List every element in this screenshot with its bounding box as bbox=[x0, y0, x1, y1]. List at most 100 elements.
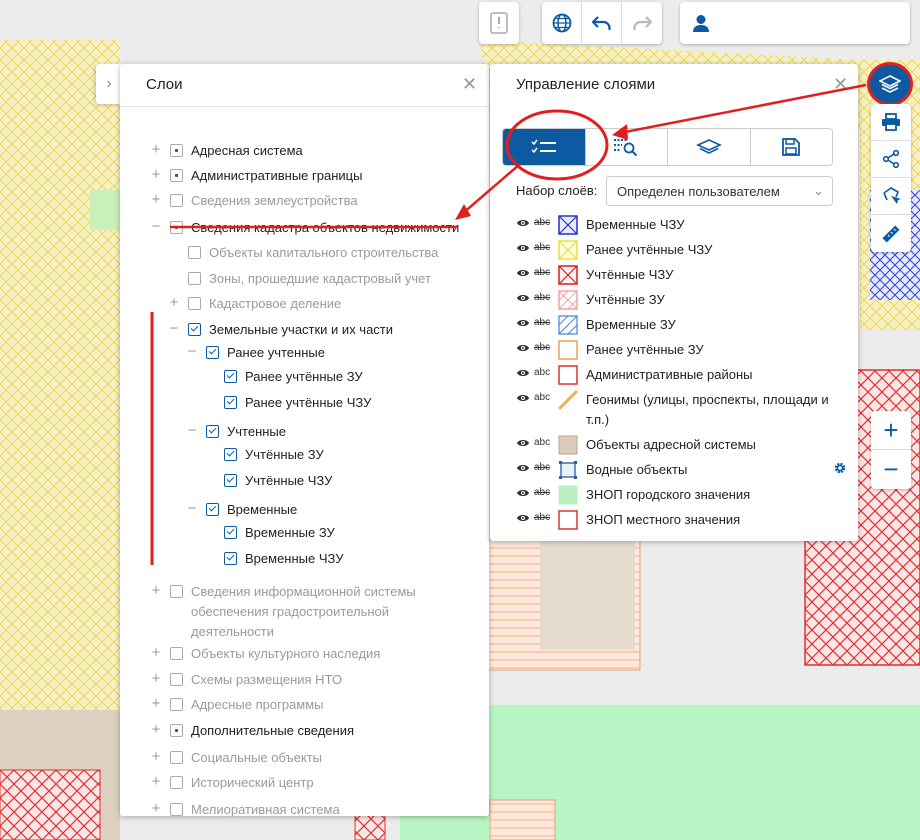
label-toggle[interactable]: abc bbox=[534, 487, 552, 498]
legend-item[interactable]: abc Водные объекты bbox=[516, 460, 687, 480]
label-toggle[interactable]: abc bbox=[534, 512, 552, 523]
layer-tree-item[interactable]: Учтённые ЗУ bbox=[224, 444, 324, 464]
eye-icon[interactable] bbox=[516, 316, 530, 330]
collapse-icon[interactable]: − bbox=[150, 217, 162, 237]
layer-tree-item[interactable]: Кадастровое деление bbox=[188, 293, 341, 313]
layer-checkbox[interactable] bbox=[188, 245, 201, 259]
layer-tree-item[interactable]: Временные ЗУ bbox=[224, 522, 335, 542]
layer-tree-item[interactable]: Объекты культурного наследия bbox=[170, 643, 380, 663]
eye-icon[interactable] bbox=[516, 216, 530, 230]
globe-button[interactable] bbox=[542, 2, 582, 44]
label-toggle[interactable]: abc bbox=[534, 342, 552, 353]
eye-icon[interactable] bbox=[516, 461, 530, 475]
layer-checkbox[interactable] bbox=[170, 584, 183, 598]
tab-layer-search[interactable] bbox=[586, 129, 668, 165]
eye-icon[interactable] bbox=[516, 486, 530, 500]
layer-checkbox[interactable] bbox=[170, 646, 183, 660]
collapse-icon[interactable]: − bbox=[186, 499, 198, 519]
layer-checkbox[interactable] bbox=[224, 369, 237, 383]
eye-icon[interactable] bbox=[516, 366, 530, 380]
print-button[interactable] bbox=[871, 104, 911, 141]
layer-tree-item[interactable]: Временные ЧЗУ bbox=[224, 548, 343, 568]
eye-icon[interactable] bbox=[516, 266, 530, 280]
layer-checkbox[interactable] bbox=[206, 345, 219, 359]
expand-icon[interactable]: + bbox=[150, 799, 162, 819]
layer-checkbox[interactable] bbox=[170, 697, 183, 711]
expand-icon[interactable]: + bbox=[150, 165, 162, 185]
label-toggle[interactable]: abc bbox=[534, 292, 552, 303]
share-button[interactable] bbox=[871, 141, 911, 178]
layer-tree-item[interactable]: Адресные программы bbox=[170, 694, 324, 714]
layer-checkbox[interactable] bbox=[170, 193, 183, 207]
label-toggle[interactable]: abc bbox=[534, 462, 552, 473]
expand-icon[interactable]: + bbox=[168, 293, 180, 313]
layer-checkbox[interactable] bbox=[224, 525, 237, 539]
legend-item[interactable]: abc Ранее учтённые ЧЗУ bbox=[516, 240, 712, 260]
layer-checkbox[interactable] bbox=[170, 143, 183, 157]
layer-checkbox[interactable] bbox=[170, 220, 183, 234]
select-area-button[interactable] bbox=[871, 178, 911, 215]
label-toggle[interactable]: abc bbox=[534, 267, 552, 278]
layer-tree-item[interactable]: Исторический центр bbox=[170, 772, 314, 792]
layer-tree-item[interactable]: Сведения информационной системы bbox=[170, 581, 416, 601]
legend-item[interactable]: abc Учтённые ЧЗУ bbox=[516, 265, 673, 285]
collapse-icon[interactable]: − bbox=[186, 421, 198, 441]
ruler-button[interactable] bbox=[871, 215, 911, 252]
collapse-panel-tab[interactable]: › bbox=[96, 64, 122, 104]
layer-checkbox[interactable] bbox=[170, 750, 183, 764]
layer-tree-item[interactable]: Учтенные bbox=[206, 421, 286, 441]
expand-icon[interactable]: + bbox=[150, 720, 162, 740]
layer-checkbox[interactable] bbox=[170, 723, 183, 737]
undo-button[interactable] bbox=[582, 2, 622, 44]
layer-checkbox[interactable] bbox=[224, 395, 237, 409]
layer-checkbox[interactable] bbox=[224, 473, 237, 487]
layer-checkbox[interactable] bbox=[188, 271, 201, 285]
zoom-out-button[interactable]: − bbox=[871, 450, 911, 489]
legend-item[interactable]: abc ЗНОП городского значения bbox=[516, 485, 750, 505]
eye-icon[interactable] bbox=[516, 341, 530, 355]
expand-icon[interactable]: + bbox=[150, 772, 162, 792]
legend-item[interactable]: abc Учтённые ЗУ bbox=[516, 290, 665, 310]
eye-icon[interactable] bbox=[516, 511, 530, 525]
expand-icon[interactable]: + bbox=[150, 747, 162, 767]
layer-tree-item[interactable]: Объекты капитального строительства bbox=[188, 242, 438, 262]
tab-layer-list[interactable] bbox=[503, 129, 586, 165]
tab-save-preset[interactable] bbox=[751, 129, 833, 165]
layer-tree-item[interactable]: Земельные участки и их части bbox=[188, 319, 393, 339]
eye-icon[interactable] bbox=[516, 391, 530, 405]
layer-tree-item[interactable]: Ранее учтённые ЗУ bbox=[224, 366, 363, 386]
legend-item[interactable]: abc Временные ЧЗУ bbox=[516, 215, 684, 235]
label-toggle[interactable]: abc bbox=[534, 242, 552, 253]
layer-tree-item[interactable]: Административные границы bbox=[170, 165, 362, 185]
layer-tree-item[interactable]: Сведения кадастра объектов недвижимости bbox=[170, 217, 459, 237]
layer-checkbox[interactable] bbox=[224, 551, 237, 565]
layer-checkbox[interactable] bbox=[188, 296, 201, 310]
label-toggle[interactable]: abc bbox=[534, 437, 552, 448]
document-button[interactable] bbox=[479, 2, 519, 44]
layer-checkbox[interactable] bbox=[170, 775, 183, 789]
collapse-icon[interactable]: − bbox=[168, 319, 180, 339]
layer-tree-item[interactable]: Схемы размещения НТО bbox=[170, 669, 342, 689]
layer-tree-item[interactable]: Адресная система bbox=[170, 140, 303, 160]
expand-icon[interactable]: + bbox=[150, 140, 162, 160]
label-toggle[interactable]: abc bbox=[534, 367, 552, 378]
layers-toggle-button[interactable] bbox=[867, 62, 913, 106]
layer-tree-item[interactable]: Временные bbox=[206, 499, 297, 519]
redo-button[interactable] bbox=[622, 2, 662, 44]
legend-item[interactable]: abc Ранее учтённые ЗУ bbox=[516, 340, 704, 360]
layer-checkbox[interactable] bbox=[170, 802, 183, 816]
eye-icon[interactable] bbox=[516, 291, 530, 305]
layer-tree-item[interactable]: Ранее учтенные bbox=[206, 342, 325, 362]
label-toggle[interactable]: abc bbox=[534, 392, 552, 403]
user-menu[interactable] bbox=[680, 2, 910, 44]
layer-checkbox[interactable] bbox=[206, 502, 219, 516]
layer-tree-item[interactable]: Дополнительные сведения bbox=[170, 720, 354, 740]
expand-icon[interactable]: + bbox=[150, 190, 162, 210]
layer-tree-item[interactable]: Сведения землеустройства bbox=[170, 190, 358, 210]
zoom-in-button[interactable]: + bbox=[871, 411, 911, 450]
layer-tree-item[interactable]: Учтённые ЧЗУ bbox=[224, 470, 332, 490]
eye-icon[interactable] bbox=[516, 241, 530, 255]
label-toggle[interactable]: abc bbox=[534, 317, 552, 328]
layer-tree-item[interactable]: Мелиоративная система bbox=[170, 799, 340, 819]
layer-tree-item[interactable]: Ранее учтённые ЧЗУ bbox=[224, 392, 371, 412]
